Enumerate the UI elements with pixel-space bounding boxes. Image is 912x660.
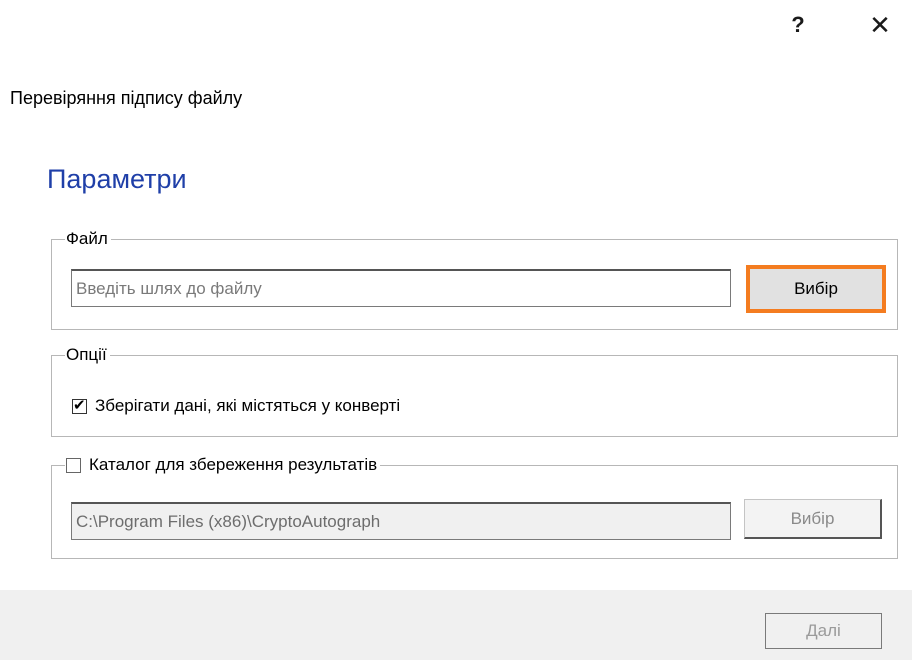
dialog-title: Перевіряння підпису файлу	[10, 88, 243, 108]
checkmark-icon: ✔	[73, 396, 86, 414]
output-directory-label: Каталог для збереження результатів	[89, 455, 378, 474]
next-button[interactable]: Далі	[765, 613, 882, 649]
close-button[interactable]: ✕	[866, 10, 894, 40]
options-group-legend: Опції	[65, 344, 110, 366]
output-directory-checkbox[interactable]	[66, 457, 81, 473]
keep-envelope-data-option[interactable]: ✔ Зберігати дані, які містяться у конвер…	[72, 396, 400, 416]
options-group: Опції ✔ Зберігати дані, які містяться у …	[51, 344, 898, 437]
output-directory-legend[interactable]: Каталог для збереження результатів	[65, 454, 381, 476]
file-browse-button[interactable]: Вибір	[746, 265, 886, 313]
file-group-legend: Файл	[65, 228, 111, 250]
output-path-input[interactable]	[71, 502, 731, 540]
footer-bar: Далі	[0, 590, 912, 660]
file-path-input[interactable]	[71, 269, 731, 307]
output-browse-button[interactable]: Вибір	[744, 499, 882, 539]
keep-envelope-data-checkbox[interactable]: ✔	[72, 397, 87, 414]
file-group: Файл Вибір	[51, 228, 898, 330]
output-directory-group: Каталог для збереження результатів Вибір	[51, 454, 898, 559]
help-button[interactable]: ?	[786, 10, 810, 40]
section-heading: Параметри	[47, 164, 187, 194]
keep-envelope-data-label: Зберігати дані, які містяться у конверті	[95, 396, 401, 415]
